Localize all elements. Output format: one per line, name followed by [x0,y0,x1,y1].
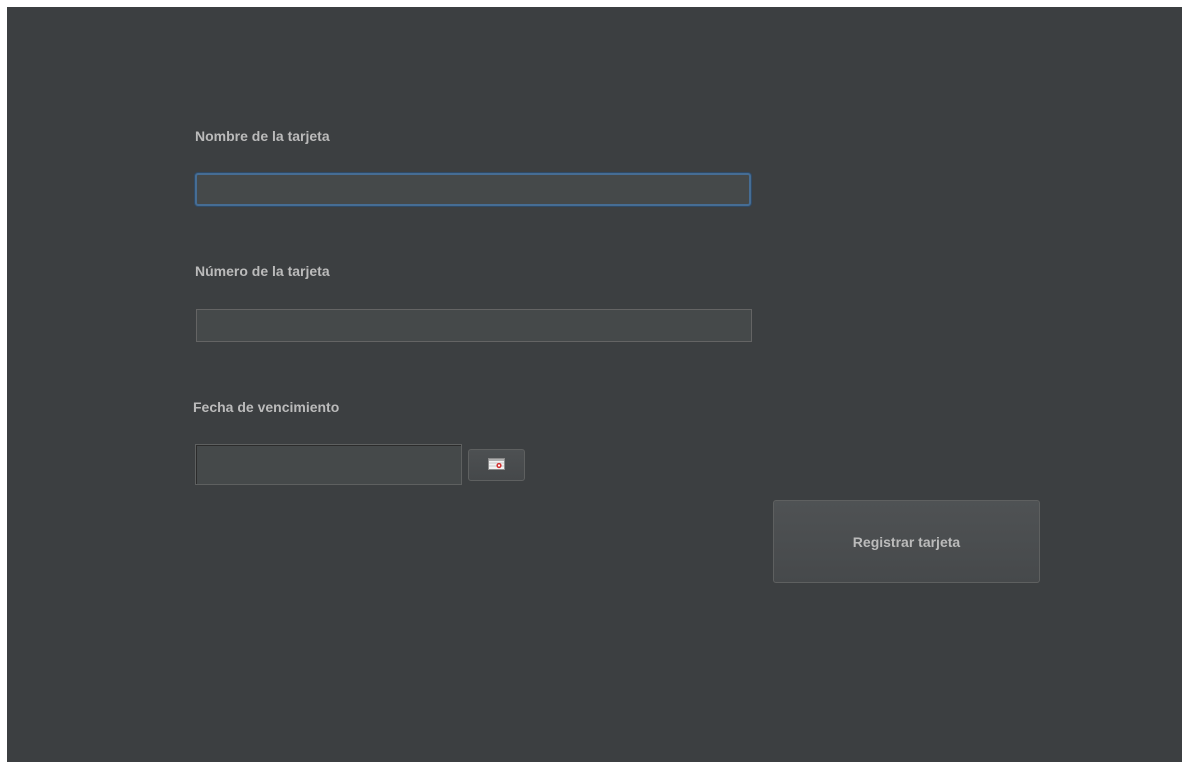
date-picker-button[interactable] [468,449,525,481]
form-panel: Nombre de la tarjeta Número de la tarjet… [7,7,1182,762]
expiry-date-input[interactable] [195,444,462,485]
calendar-icon [488,458,505,470]
register-card-button[interactable]: Registrar tarjeta [773,500,1040,583]
card-name-label: Nombre de la tarjeta [195,128,330,144]
expiry-date-label: Fecha de vencimiento [193,399,340,415]
card-number-label: Número de la tarjeta [195,263,330,279]
card-number-input[interactable] [196,309,752,342]
card-name-input[interactable] [195,173,751,206]
